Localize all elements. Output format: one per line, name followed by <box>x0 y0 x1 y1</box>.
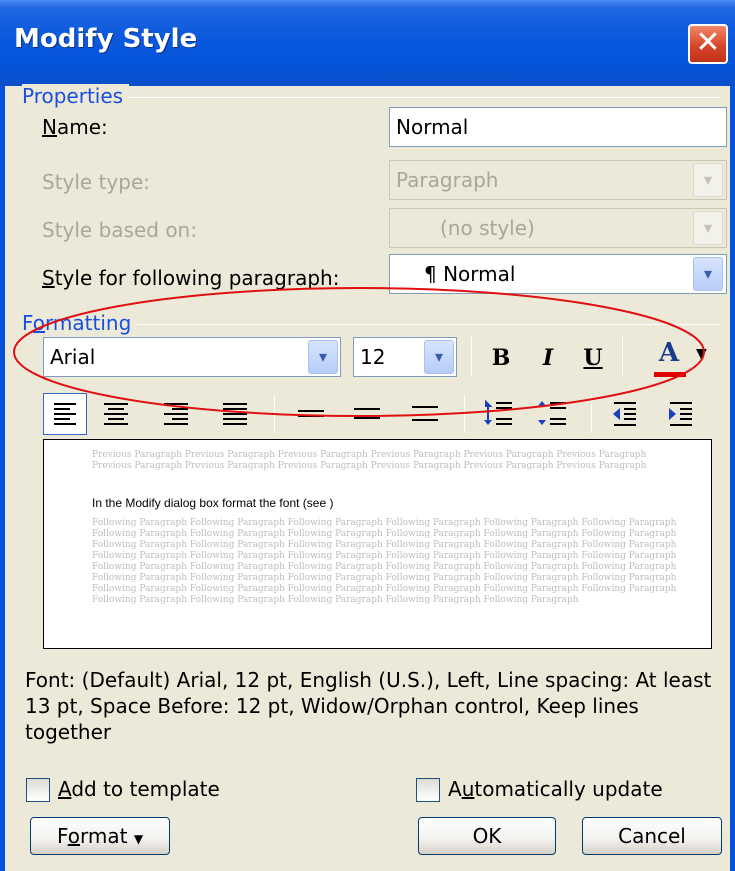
preview-sample-text: In the Modify dialog box format the font… <box>92 496 334 510</box>
previous-paragraph-text: Previous Paragraph Previous Paragraph Pr… <box>92 450 647 471</box>
add-to-template-checkbox[interactable] <box>26 778 50 802</box>
following-paragraph-text: Following Paragraph Following Paragraph … <box>92 518 677 605</box>
style-description: Font: (Default) Arial, 12 pt, English (U… <box>25 668 712 744</box>
cancel-button[interactable]: Cancel <box>582 817 722 855</box>
dropdown-arrow-icon: ▼ <box>133 832 144 846</box>
style-preview-pane: Previous Paragraph Previous Paragraph Pr… <box>43 439 712 649</box>
add-to-template-label: Add to template <box>58 777 220 801</box>
auto-update-label: Automatically update <box>448 777 663 801</box>
auto-update-checkbox[interactable] <box>416 778 440 802</box>
format-button[interactable]: Format ▼ <box>30 817 170 855</box>
ok-button[interactable]: OK <box>418 817 556 855</box>
